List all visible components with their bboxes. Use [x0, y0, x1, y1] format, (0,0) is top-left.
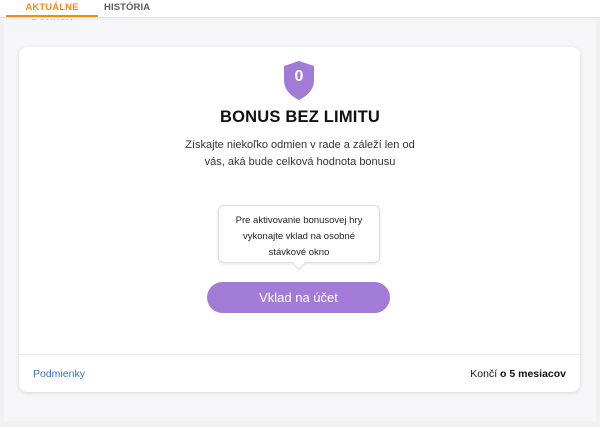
- ends-value: o 5 mesiacov: [500, 368, 566, 380]
- bonus-description: Získajte niekoľko odmien v rade a záleží…: [185, 139, 415, 168]
- tab-current-bonuses[interactable]: AKTUÁLNE BONUSY: [6, 0, 98, 29]
- deposit-button[interactable]: Vklad na účet: [207, 282, 390, 313]
- bonus-tabs: AKTUÁLNE BONUSY HISTÓRIA: [0, 0, 600, 29]
- activation-tooltip: Pre aktivovanie bonusovej hry vykonajte …: [218, 205, 380, 263]
- ends-prefix: Končí: [470, 368, 501, 380]
- bonus-title: BONUS BEZ LIMITU: [220, 108, 380, 126]
- shield-icon: 0: [282, 60, 316, 101]
- tab-history[interactable]: HISTÓRIA: [104, 0, 150, 17]
- ends-info: Končí o 5 mesiacov: [470, 368, 566, 380]
- terms-link[interactable]: Podmienky: [33, 368, 85, 380]
- card-divider: [19, 354, 580, 355]
- bonus-count: 0: [294, 68, 304, 85]
